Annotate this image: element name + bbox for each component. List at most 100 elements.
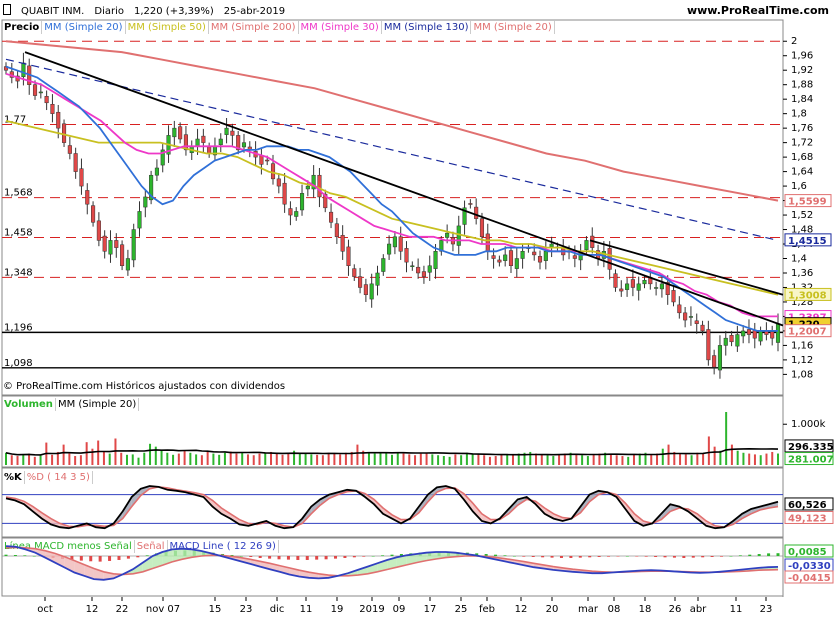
volume-bar bbox=[719, 450, 722, 465]
last-value-label: 1,5599 bbox=[788, 197, 827, 208]
volume-bar bbox=[28, 453, 31, 465]
macd-hist-bar bbox=[89, 556, 93, 562]
volume-bar bbox=[143, 452, 146, 465]
candle-body bbox=[723, 337, 728, 346]
candle-body bbox=[201, 135, 206, 143]
candle-body bbox=[230, 130, 235, 136]
candle-body bbox=[683, 312, 688, 321]
volume-bar bbox=[177, 453, 180, 465]
volume-bar bbox=[51, 454, 54, 465]
volume-bar bbox=[742, 452, 745, 465]
macd-hist-bar bbox=[569, 556, 573, 558]
volume-bar bbox=[592, 454, 595, 465]
volume-bar bbox=[367, 452, 370, 465]
x-tick-label: 19 bbox=[331, 604, 344, 615]
candle-body bbox=[543, 251, 548, 261]
volume-bar bbox=[609, 454, 612, 465]
candle-body bbox=[404, 248, 409, 263]
volume-bar bbox=[131, 454, 134, 465]
volume-bar bbox=[765, 453, 768, 465]
downtrend-line bbox=[24, 51, 784, 327]
candle-body bbox=[50, 103, 55, 114]
volume-bar bbox=[241, 452, 244, 465]
level-label: 1,098 bbox=[4, 358, 33, 369]
volume-bar bbox=[321, 455, 324, 465]
macd-hist-bar bbox=[98, 556, 102, 562]
candle-body bbox=[584, 240, 589, 251]
volume-bar bbox=[195, 454, 198, 465]
volume-bar bbox=[22, 454, 25, 465]
volume-bar bbox=[730, 444, 733, 465]
macd-hist-bar bbox=[258, 556, 262, 558]
candle-body bbox=[178, 126, 183, 140]
candle-body bbox=[241, 142, 247, 148]
candle-body bbox=[700, 324, 705, 332]
candle-body bbox=[79, 168, 84, 187]
macd-hist-bar bbox=[578, 556, 582, 558]
macd-hist-bar bbox=[729, 556, 733, 557]
candle-body bbox=[73, 153, 78, 172]
last-value-label: 60,526 bbox=[788, 500, 827, 511]
volume-bar bbox=[483, 455, 486, 465]
chart-canvas[interactable]: 2 1,96 1,92 1,88 1,84 1,8 1,76 1,72 1,68 1,64 1,6 1… bbox=[0, 0, 835, 620]
candle-body bbox=[154, 167, 159, 176]
candle-body bbox=[392, 236, 397, 248]
volume-bar bbox=[62, 444, 65, 465]
candle-body bbox=[32, 84, 38, 96]
last-value-label: 1,4515 bbox=[788, 236, 827, 247]
volume-bar bbox=[137, 457, 140, 465]
volume-bar bbox=[246, 454, 249, 465]
volume-bar bbox=[460, 455, 463, 465]
x-tick-label: feb bbox=[479, 604, 495, 615]
candle-body bbox=[619, 288, 624, 292]
candle-body bbox=[265, 159, 270, 162]
candle-body bbox=[520, 251, 525, 259]
x-tick-label: 2019 bbox=[359, 604, 384, 615]
price-tick-label: 1,92 bbox=[791, 65, 813, 76]
macd-hist-bar bbox=[305, 556, 309, 560]
price-tick-label: 1,52 bbox=[791, 210, 813, 221]
volume-bar bbox=[333, 453, 336, 465]
price-tick-label: 1,76 bbox=[791, 123, 813, 134]
volume-bar bbox=[753, 454, 756, 465]
volume-bar bbox=[419, 453, 422, 465]
candle-body bbox=[381, 258, 386, 272]
candle-body bbox=[677, 304, 682, 314]
price-tick-label: 1,4 bbox=[791, 254, 807, 265]
candle-body bbox=[67, 145, 72, 154]
volume-bar bbox=[408, 454, 411, 465]
volume-bar bbox=[713, 446, 716, 465]
candle-body bbox=[474, 206, 479, 219]
x-tick-label: 25 bbox=[455, 604, 468, 615]
volume-bar bbox=[391, 454, 393, 465]
price-tick-label: 2 bbox=[791, 36, 797, 47]
volume-bar bbox=[627, 456, 630, 465]
volume-bar bbox=[79, 455, 82, 465]
volume-bar bbox=[39, 455, 42, 465]
candle-body bbox=[207, 146, 212, 154]
macd-hist-bar bbox=[315, 556, 319, 560]
price-tick-label: 1,96 bbox=[791, 51, 813, 62]
volume-bar bbox=[679, 453, 682, 465]
volume-tick-label: 1.000k bbox=[791, 419, 826, 430]
candle-body bbox=[659, 283, 664, 290]
volume-bar bbox=[385, 452, 388, 465]
volume-bar bbox=[125, 454, 128, 465]
volume-bar bbox=[759, 455, 762, 465]
macd-hist-bar bbox=[644, 556, 648, 557]
macd-hist-bar bbox=[738, 555, 742, 556]
volume-bar bbox=[661, 448, 664, 465]
macd-hist-bar bbox=[625, 556, 629, 557]
x-tick-label: 15 bbox=[209, 604, 222, 615]
volume-bar bbox=[356, 444, 359, 465]
volume-bar bbox=[546, 455, 549, 465]
macd-hist-bar bbox=[324, 556, 328, 560]
candle-body bbox=[694, 320, 699, 324]
volume-bar bbox=[304, 453, 307, 465]
price-tick-label: 1,6 bbox=[791, 181, 807, 192]
candle-body bbox=[21, 62, 26, 77]
volume-bar bbox=[258, 453, 261, 465]
stoch-d-line bbox=[5, 486, 779, 529]
candle-body bbox=[224, 127, 229, 135]
candle-body bbox=[421, 271, 426, 277]
